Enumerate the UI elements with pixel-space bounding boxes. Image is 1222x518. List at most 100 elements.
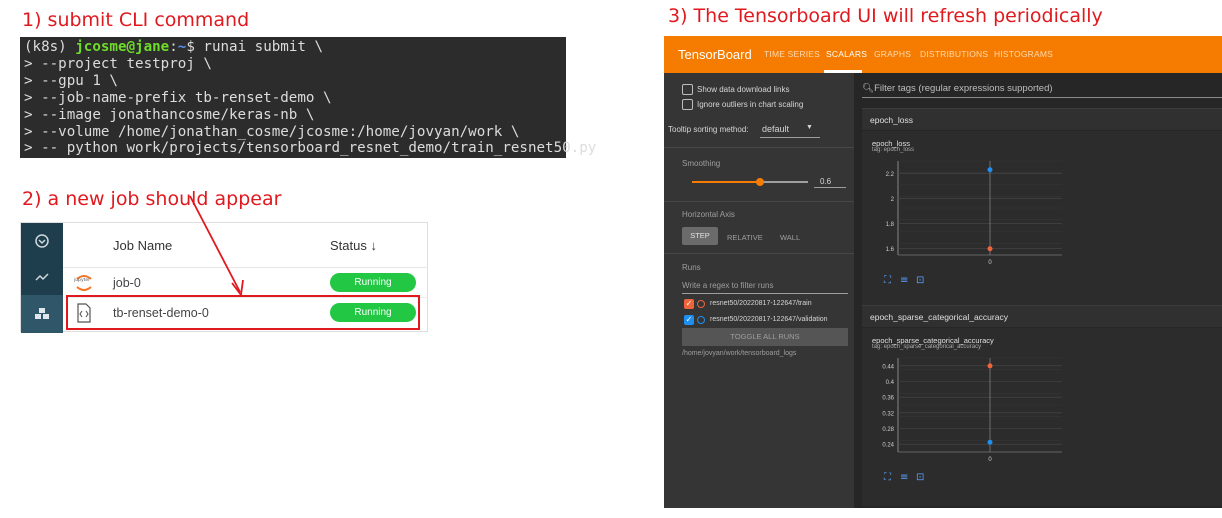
jupyter-icon bbox=[76, 275, 92, 291]
jobs-table-header: Job Name Status ↓ bbox=[63, 223, 428, 268]
tag-filter-placeholder: Filter tags (regular expressions support… bbox=[874, 83, 1053, 94]
chart-accuracy[interactable]: 0.44 0.4 0.36 0.32 0.28 0.24 0 bbox=[862, 354, 1072, 469]
tab-distributions[interactable]: DISTRIBUTIONS bbox=[920, 49, 988, 59]
trend-icon bbox=[35, 273, 49, 281]
chart-tag: tag: epoch_sparse_categorical_accuracy bbox=[872, 344, 982, 350]
sort-down-arrow-icon: ↓ bbox=[370, 238, 377, 253]
chart-tag: tag: epoch_loss bbox=[872, 147, 915, 153]
divider bbox=[664, 147, 854, 148]
search-icon: 🔍︎ bbox=[862, 83, 875, 94]
rail-jobs[interactable] bbox=[21, 295, 63, 333]
status-badge: Running bbox=[330, 273, 416, 292]
data-point bbox=[987, 363, 993, 369]
new-job-highlight bbox=[66, 295, 420, 330]
jobs-sidebar-rail bbox=[21, 223, 63, 333]
col-job-name[interactable]: Job Name bbox=[113, 238, 172, 253]
ignore-outliers-label: Ignore outliers in chart scaling bbox=[697, 100, 804, 109]
tab-scalars[interactable]: SCALARS bbox=[826, 49, 867, 59]
divider bbox=[664, 201, 854, 202]
x-tick-label: 0 bbox=[988, 457, 992, 463]
rail-dashboard[interactable] bbox=[21, 223, 63, 259]
data-point bbox=[987, 167, 993, 173]
job-name[interactable]: job-0 bbox=[113, 276, 141, 290]
ignore-outliers-checkbox[interactable] bbox=[682, 99, 693, 110]
divider bbox=[664, 253, 854, 254]
terminal-prompt-line: (k8s) jcosme@jane:~$ runai submit \ bbox=[24, 39, 562, 56]
tab-histograms[interactable]: HISTOGRAMS bbox=[994, 49, 1053, 59]
y-tick-label: 0.36 bbox=[882, 396, 894, 402]
group-title: epoch_sparse_categorical_accuracy bbox=[870, 312, 1008, 322]
chart-card-accuracy: epoch_sparse_categorical_accuracy tag: e… bbox=[862, 328, 1222, 506]
run-train-color-circle bbox=[697, 300, 705, 308]
tooltip-sort-label: Tooltip sorting method: bbox=[668, 125, 749, 134]
show-download-checkbox[interactable] bbox=[682, 84, 693, 95]
fit-domain-icon[interactable]: ⊡ bbox=[916, 472, 924, 483]
haxis-wall-button[interactable]: WALL bbox=[780, 233, 800, 242]
jupyter-icon-label: jupyter bbox=[74, 278, 91, 283]
y-tick-label: 0.4 bbox=[886, 380, 895, 386]
terminal-line: > --project testproj \ bbox=[24, 55, 212, 72]
terminal-line: > -- python work/projects/tensorboard_re… bbox=[24, 140, 597, 157]
tooltip-sort-select[interactable]: default bbox=[762, 124, 789, 134]
smoothing-slider-thumb[interactable] bbox=[756, 178, 764, 186]
data-point bbox=[987, 246, 993, 252]
expand-icon[interactable]: ⛶ bbox=[884, 275, 891, 286]
table-row[interactable]: jupyter job-0 Running bbox=[63, 268, 428, 298]
run-validation-checkbox[interactable]: ✓ bbox=[684, 315, 694, 325]
terminal-command: runai submit \ bbox=[203, 39, 323, 55]
terminal-line: > --gpu 1 \ bbox=[24, 72, 118, 89]
y-tick-label: 2 bbox=[891, 197, 895, 203]
runs-filter-input[interactable]: Write a regex to filter runs bbox=[682, 281, 773, 290]
toggle-all-runs-button[interactable]: TOGGLE ALL RUNS bbox=[682, 328, 848, 346]
y-tick-label: 0.24 bbox=[882, 443, 894, 449]
y-tick-label: 2.2 bbox=[886, 172, 895, 178]
group-header-epoch-loss[interactable]: epoch_loss bbox=[862, 108, 1222, 130]
run-validation-label: resnet50/20220817-122647/validation bbox=[710, 316, 828, 323]
runs-filter-underline bbox=[682, 293, 848, 294]
data-table-icon[interactable]: ≡ bbox=[900, 472, 908, 483]
y-tick-label: 0.44 bbox=[882, 364, 894, 370]
run-validation-color-circle bbox=[697, 316, 705, 324]
chart-card-epoch-loss: epoch_loss tag: epoch_loss 2.2 2 1.8 1.6 0 ⛶… bbox=[862, 131, 1222, 309]
group-header-accuracy[interactable]: epoch_sparse_categorical_accuracy bbox=[862, 305, 1222, 327]
smoothing-input-underline bbox=[814, 187, 846, 188]
y-tick-label: 1.8 bbox=[886, 222, 895, 228]
expand-icon[interactable]: ⛶ bbox=[884, 472, 891, 483]
haxis-step-button[interactable]: STEP bbox=[682, 227, 718, 245]
data-point bbox=[987, 439, 993, 445]
terminal[interactable]: (k8s) jcosme@jane:~$ runai submit \ > --… bbox=[20, 37, 597, 158]
terminal-line: > --job-name-prefix tb-renset-demo \ bbox=[24, 89, 332, 106]
tag-filter-underline bbox=[862, 97, 1222, 98]
jobs-icon bbox=[35, 308, 49, 319]
step-3-title: 3) The Tensorboard UI will refresh perio… bbox=[668, 5, 1103, 27]
terminal-line: > --volume /home/jonathan_cosme/jcosme:/… bbox=[24, 123, 520, 140]
tb-topbar: TensorBoard TIME SERIES SCALARS GRAPHS D… bbox=[664, 36, 1222, 73]
haxis-relative-button[interactable]: RELATIVE bbox=[727, 233, 763, 242]
y-tick-label: 0.32 bbox=[882, 411, 894, 417]
prompt-end: $ bbox=[186, 39, 204, 55]
y-tick-label: 1.6 bbox=[886, 247, 895, 253]
prompt-sep: : bbox=[169, 39, 178, 55]
tensorboard-window: TensorBoard TIME SERIES SCALARS GRAPHS D… bbox=[664, 36, 1222, 508]
tab-graphs[interactable]: GRAPHS bbox=[874, 49, 911, 59]
y-tick-label: 0.28 bbox=[882, 427, 894, 433]
chart-epoch-loss[interactable]: 2.2 2 1.8 1.6 0 bbox=[862, 157, 1072, 272]
step-1-title: 1) submit CLI command bbox=[22, 9, 250, 31]
run-train-checkbox[interactable]: ✓ bbox=[684, 299, 694, 309]
rail-trend[interactable] bbox=[21, 259, 63, 295]
tooltip-select-underline bbox=[760, 137, 820, 138]
tb-sidebar: Show data download links Ignore outliers… bbox=[664, 73, 854, 508]
tab-time-series[interactable]: TIME SERIES bbox=[764, 49, 820, 59]
show-download-label: Show data download links bbox=[697, 85, 790, 94]
tb-brand[interactable]: TensorBoard bbox=[678, 47, 752, 62]
x-tick-label: 0 bbox=[988, 260, 992, 266]
logdir-path: /home/jovyan/work/tensorboard_logs bbox=[682, 350, 797, 357]
terminal-line: > --image jonathancosme/keras-nb \ bbox=[24, 106, 315, 123]
tag-filter-input[interactable]: 🔍︎Filter tags (regular expressions suppo… bbox=[862, 83, 1053, 94]
fit-domain-icon[interactable]: ⊡ bbox=[916, 275, 924, 286]
data-table-icon[interactable]: ≡ bbox=[900, 275, 908, 286]
col-status[interactable]: Status ↓ bbox=[330, 238, 377, 253]
col-status-label: Status bbox=[330, 238, 367, 253]
smoothing-value[interactable]: 0.6 bbox=[820, 177, 831, 186]
smoothing-slider-fill bbox=[692, 181, 760, 183]
